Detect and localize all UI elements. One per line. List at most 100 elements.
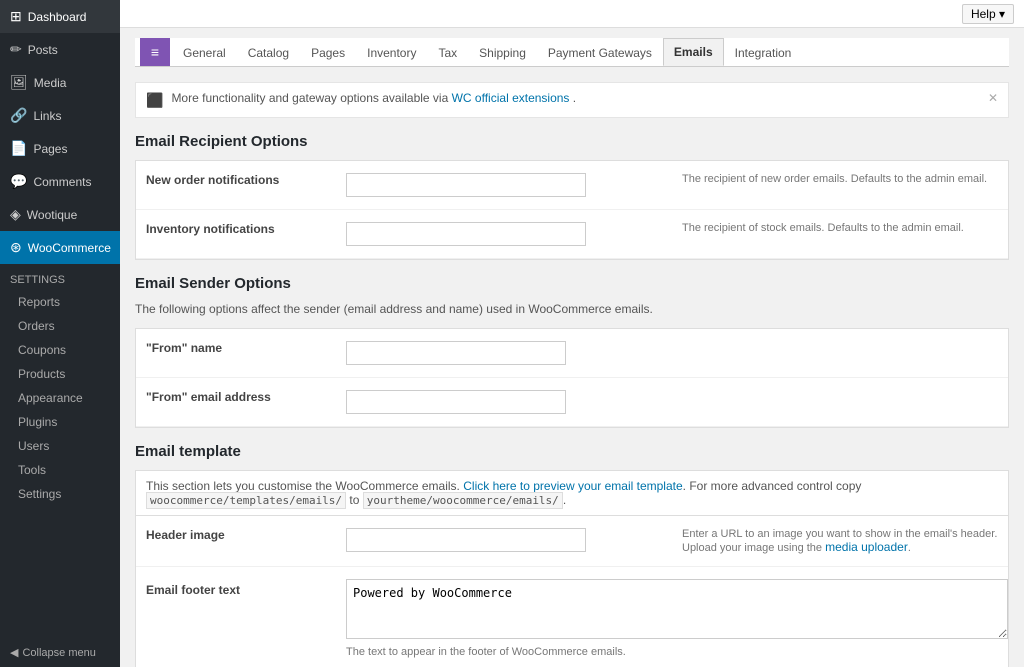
- collapse-arrow-icon: ◀: [10, 646, 18, 659]
- settings-section-label: Settings: [0, 264, 120, 290]
- media-icon: 🖼: [10, 74, 28, 91]
- email-recipient-section: Email Recipient Options New order notifi…: [135, 133, 1009, 260]
- template-code1: woocommerce/templates/emails/: [146, 492, 346, 509]
- info-bar-close[interactable]: ✕: [988, 91, 998, 105]
- tab-integration[interactable]: Integration: [724, 39, 803, 66]
- from-email-label: "From" email address: [136, 386, 336, 408]
- collapse-menu-button[interactable]: ◀ Collapse menu: [0, 638, 120, 667]
- sender-settings-block: "From" name "From" email address: [135, 328, 1009, 428]
- info-bar-text: More functionality and gateway options a…: [171, 91, 576, 105]
- sidebar-item-dashboard[interactable]: ⊞ Dashboard: [0, 0, 120, 33]
- links-icon: 🔗: [10, 107, 27, 124]
- woocommerce-icon: ⊛: [10, 239, 22, 256]
- tab-pages[interactable]: Pages: [300, 39, 356, 66]
- tab-shipping[interactable]: Shipping: [468, 39, 537, 66]
- sidebar-item-label: Pages: [33, 142, 67, 156]
- new-order-control: [336, 169, 672, 201]
- new-order-notifications-row: New order notifications The recipient of…: [136, 161, 1008, 210]
- inventory-label: Inventory notifications: [136, 218, 336, 240]
- sidebar-sub-item-products[interactable]: Products: [0, 362, 120, 386]
- sidebar-sub-item-coupons[interactable]: Coupons: [0, 338, 120, 362]
- sidebar-item-label: Dashboard: [28, 10, 87, 24]
- info-bar: ⬛ More functionality and gateway options…: [135, 82, 1009, 118]
- tab-general[interactable]: General: [172, 39, 237, 66]
- header-image-control: [336, 524, 672, 556]
- sidebar-sub-item-reports[interactable]: Reports: [0, 290, 120, 314]
- inventory-desc: The recipient of stock emails. Defaults …: [672, 218, 1008, 238]
- template-section-title: Email template: [135, 443, 1009, 460]
- sidebar-item-woocommerce[interactable]: ⊛ WooCommerce: [0, 231, 120, 264]
- tab-tax[interactable]: Tax: [427, 39, 468, 66]
- email-sender-section: Email Sender Options The following optio…: [135, 275, 1009, 428]
- sidebar-item-pages[interactable]: 📄 Pages: [0, 132, 120, 165]
- from-name-control: [336, 337, 1008, 369]
- wootique-icon: ◈: [10, 206, 21, 223]
- wc-extensions-link[interactable]: WC official extensions: [452, 91, 570, 105]
- footer-text-row: Email footer text The text to appear in …: [136, 567, 1008, 667]
- footer-text-textarea[interactable]: [346, 579, 1008, 639]
- content-area: ≡ General Catalog Pages Inventory Tax Sh…: [120, 28, 1024, 667]
- help-button[interactable]: Help ▾: [962, 4, 1014, 24]
- sidebar-item-label: WooCommerce: [28, 241, 111, 255]
- tabs-bar: ≡ General Catalog Pages Inventory Tax Sh…: [135, 38, 1009, 67]
- sender-desc: The following options affect the sender …: [135, 302, 1009, 316]
- footer-text-label: Email footer text: [136, 575, 336, 601]
- sidebar-sub-item-settings[interactable]: Settings: [0, 482, 120, 506]
- sidebar-item-label: Wootique: [27, 208, 77, 222]
- sidebar-item-wootique[interactable]: ◈ Wootique: [0, 198, 120, 231]
- template-code2: yourtheme/woocommerce/emails/: [363, 492, 563, 509]
- new-order-desc: The recipient of new order emails. Defau…: [672, 169, 1008, 189]
- from-name-row: "From" name: [136, 329, 1008, 378]
- inventory-notifications-row: Inventory notifications The recipient of…: [136, 210, 1008, 259]
- sidebar-sub-item-tools[interactable]: Tools: [0, 458, 120, 482]
- new-order-input[interactable]: [346, 173, 586, 197]
- info-icon: ⬛: [146, 92, 163, 109]
- sidebar-item-label: Links: [33, 109, 61, 123]
- sidebar-item-links[interactable]: 🔗 Links: [0, 99, 120, 132]
- sidebar-item-label: Posts: [28, 43, 58, 57]
- preview-template-link[interactable]: Click here to preview your email templat…: [463, 479, 682, 493]
- tab-emails[interactable]: Emails: [663, 38, 724, 66]
- header-image-row: Header image Enter a URL to an image you…: [136, 516, 1008, 567]
- header-image-input[interactable]: [346, 528, 586, 552]
- from-name-input[interactable]: [346, 341, 566, 365]
- recipient-settings-block: New order notifications The recipient of…: [135, 160, 1009, 260]
- from-email-row: "From" email address: [136, 378, 1008, 427]
- sidebar-sub-item-plugins[interactable]: Plugins: [0, 410, 120, 434]
- tab-catalog[interactable]: Catalog: [237, 39, 300, 66]
- sidebar-sub-item-users[interactable]: Users: [0, 434, 120, 458]
- footer-text-hint: The text to appear in the footer of WooC…: [346, 646, 1008, 658]
- sidebar-item-posts[interactable]: ✏ Posts: [0, 33, 120, 66]
- main-area: Help ▾ ≡ General Catalog Pages Inventory…: [120, 0, 1024, 667]
- posts-icon: ✏: [10, 41, 22, 58]
- from-email-control: [336, 386, 1008, 418]
- sidebar-item-label: Media: [34, 76, 67, 90]
- from-name-label: "From" name: [136, 337, 336, 359]
- sender-section-title: Email Sender Options: [135, 275, 1009, 292]
- sidebar-item-comments[interactable]: 💬 Comments: [0, 165, 120, 198]
- sidebar-sub-item-appearance[interactable]: Appearance: [0, 386, 120, 410]
- dashboard-icon: ⊞: [10, 8, 22, 25]
- sidebar: ⊞ Dashboard ✏ Posts 🖼 Media 🔗 Links 📄 Pa…: [0, 0, 120, 667]
- woocommerce-tab-icon: ≡: [140, 38, 170, 66]
- footer-text-control: The text to appear in the footer of WooC…: [336, 575, 1008, 662]
- sidebar-sub-item-orders[interactable]: Orders: [0, 314, 120, 338]
- header-image-label: Header image: [136, 524, 336, 546]
- topbar: Help ▾: [120, 0, 1024, 28]
- template-desc: This section lets you customise the WooC…: [135, 470, 1009, 515]
- sidebar-item-media[interactable]: 🖼 Media: [0, 66, 120, 99]
- from-email-input[interactable]: [346, 390, 566, 414]
- pages-icon: 📄: [10, 140, 27, 157]
- header-image-desc: Enter a URL to an image you want to show…: [672, 524, 1008, 558]
- media-uploader-link[interactable]: media uploader: [825, 540, 908, 554]
- comments-icon: 💬: [10, 173, 27, 190]
- tab-payment-gateways[interactable]: Payment Gateways: [537, 39, 663, 66]
- tab-inventory[interactable]: Inventory: [356, 39, 427, 66]
- email-template-section: Email template This section lets you cus…: [135, 443, 1009, 667]
- template-settings-block: Header image Enter a URL to an image you…: [135, 515, 1009, 667]
- new-order-label: New order notifications: [136, 169, 336, 191]
- inventory-input[interactable]: [346, 222, 586, 246]
- inventory-control: [336, 218, 672, 250]
- recipient-section-title: Email Recipient Options: [135, 133, 1009, 150]
- sidebar-item-label: Comments: [33, 175, 91, 189]
